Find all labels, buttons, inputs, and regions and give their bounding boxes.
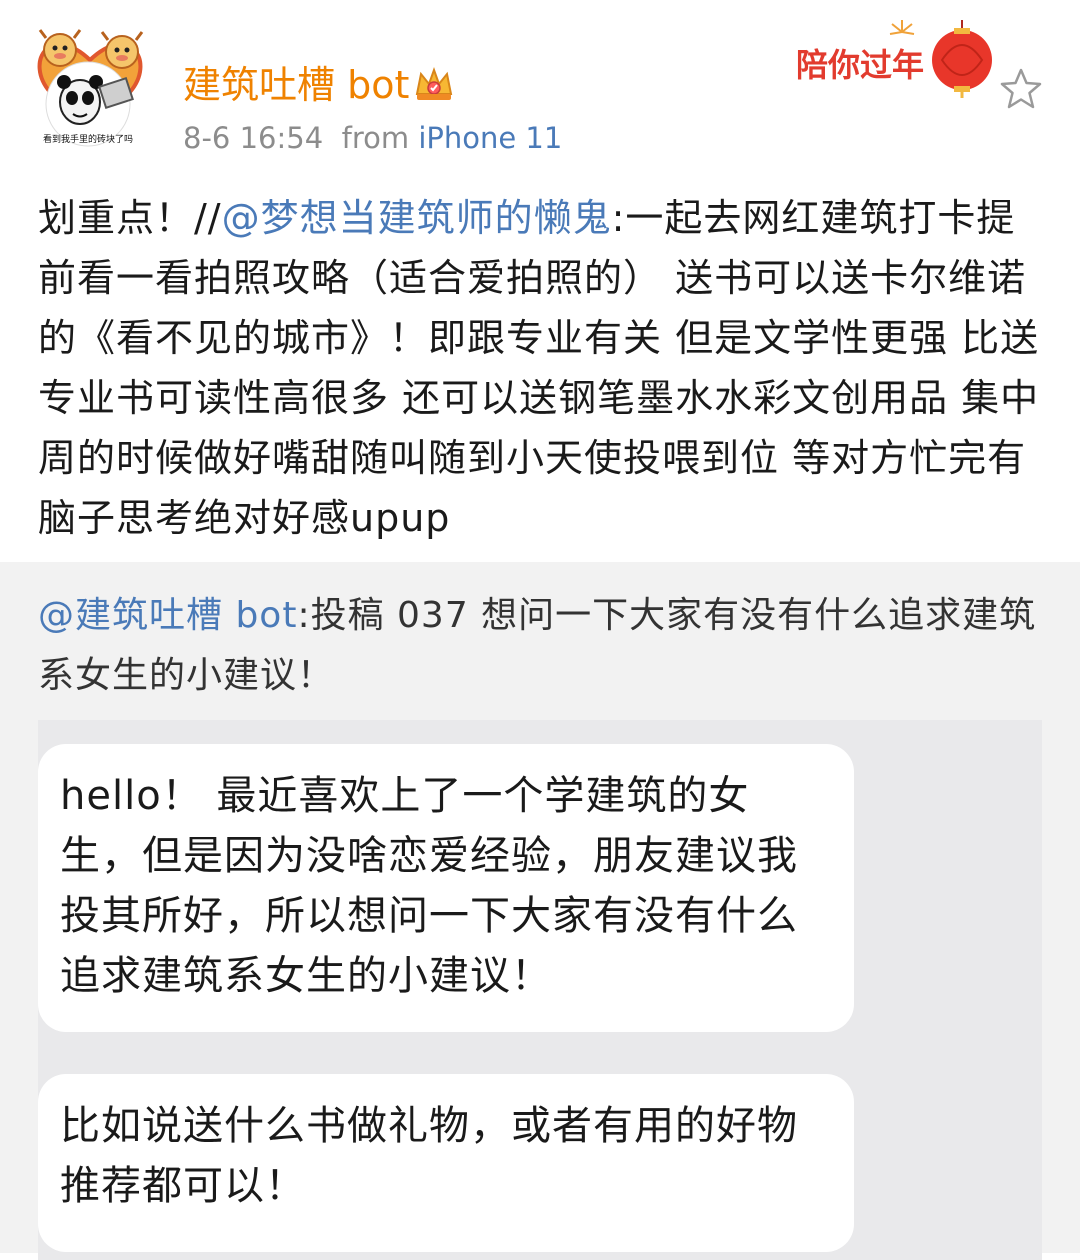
repost-image[interactable]: hello！ 最近喜欢上了一个学建筑的女生，但是因为没啥恋爱经验，朋友建议我投其… [38,720,1042,1260]
post-text-prefix: 划重点！// [38,196,222,240]
post-mention-link[interactable]: @梦想当建筑师的懒鬼 [222,196,612,240]
repost-text: @建筑吐槽 bot:投稿 037 想问一下大家有没有什么追求建筑系女生的小建议！ [38,586,1048,706]
avatar[interactable]: 看到我手里的砖块了吗 [30,22,150,150]
crown-icon [413,64,455,104]
post-meta: 8-6 16:54 from iPhone 11 [183,120,562,156]
post-text-body: :一起去网红建筑打卡提前看一看拍照攻略（适合爱拍照的） 送书可以送卡尔维诺的《看… [38,196,1040,540]
chat-bubble-2: 比如说送什么书做礼物，或者有用的好物推荐都可以！ [38,1074,854,1252]
post-text: 划重点！//@梦想当建筑师的懒鬼:一起去网红建筑打卡提前看一看拍照攻略（适合爱拍… [38,188,1048,548]
badge-text: 陪你过年 [796,46,924,84]
weibo-post: 看到我手里的砖块了吗 建筑吐槽 bot 8-6 16:54 from iPhon… [0,0,1080,562]
username[interactable]: 建筑吐槽 bot [183,62,409,108]
chat-bubble-1: hello！ 最近喜欢上了一个学建筑的女生，但是因为没啥恋爱经验，朋友建议我投其… [38,744,854,1032]
from-label: from [341,121,410,155]
timestamp: 8-6 16:54 [183,121,324,155]
new-year-badge[interactable]: 陪你过年 [792,18,1004,98]
repost-mention-link[interactable]: @建筑吐槽 bot [38,595,297,636]
star-icon[interactable] [998,66,1044,112]
avatar-caption: 看到我手里的砖块了吗 [43,133,133,145]
device-link[interactable]: iPhone 11 [418,121,562,155]
repost-block[interactable]: @建筑吐槽 bot:投稿 037 想问一下大家有没有什么追求建筑系女生的小建议！… [0,562,1080,1260]
